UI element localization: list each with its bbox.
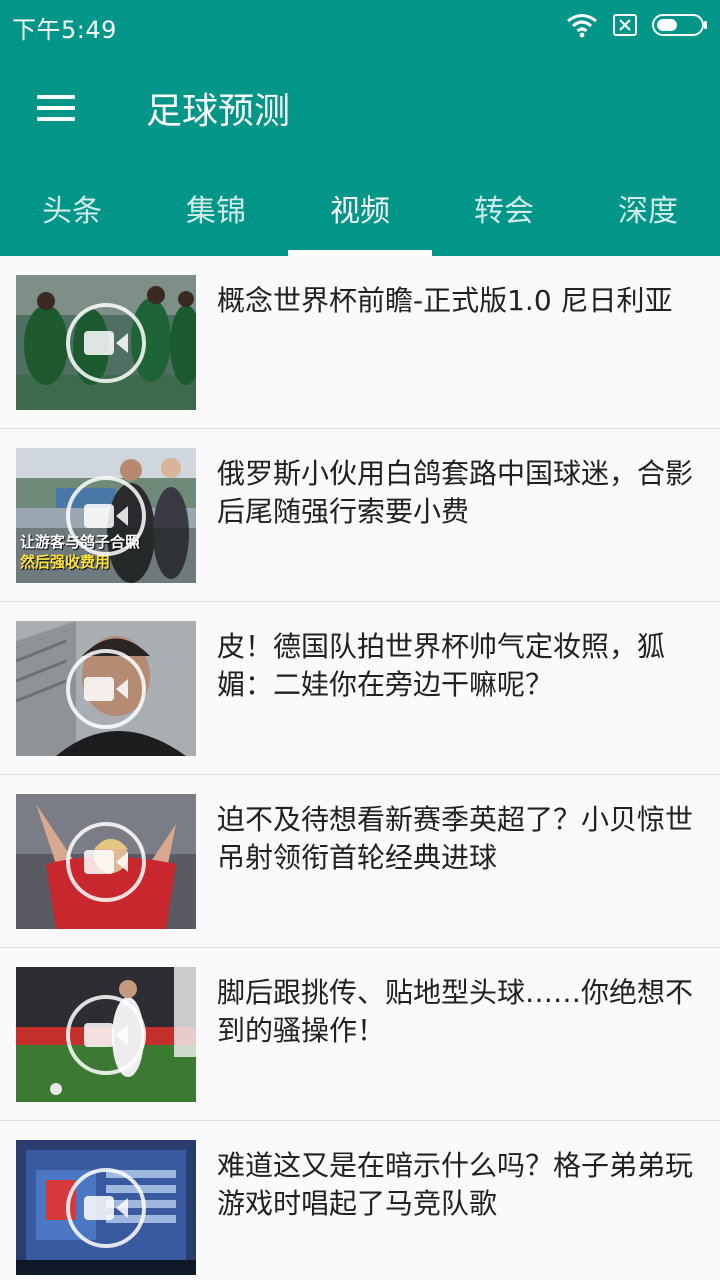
video-camera-icon (84, 677, 128, 701)
video-camera-icon (84, 1023, 128, 1047)
menu-button[interactable] (26, 78, 86, 138)
category-tabs: 头条 集锦 视频 转会 深度 (0, 160, 720, 256)
tab-headlines[interactable]: 头条 (0, 160, 144, 256)
tab-transfers[interactable]: 转会 (432, 160, 576, 256)
tab-highlights[interactable]: 集锦 (144, 160, 288, 256)
video-thumbnail (16, 275, 196, 410)
no-sim-icon (613, 14, 637, 36)
video-thumbnail: 让游客与鸽子合照 然后强收费用 (16, 448, 196, 583)
play-button[interactable] (66, 303, 146, 383)
video-title: 难道这又是在暗示什么吗？格子弟弟玩游戏时唱起了马竞队歌 (217, 1149, 694, 1220)
page-title: 足球预测 (146, 91, 291, 132)
play-button[interactable] (66, 995, 146, 1075)
video-list: 概念世界杯前瞻-正式版1.0 尼日利亚 让游客与鸽子合照 然后强收费用 俄罗斯小… (0, 256, 720, 1280)
app-bar: 下午5:49 足球预测 头条 集锦 视频 转会 深度 (0, 0, 720, 256)
tab-videos[interactable]: 视频 (288, 160, 432, 256)
video-title: 俄罗斯小伙用白鸽套路中国球迷，合影后尾随强行索要小费 (217, 457, 694, 528)
list-item[interactable]: 让游客与鸽子合照 然后强收费用 俄罗斯小伙用白鸽套路中国球迷，合影后尾随强行索要… (0, 429, 720, 602)
tab-in-depth[interactable]: 深度 (576, 160, 720, 256)
video-title: 迫不及待想看新赛季英超了？小贝惊世吊射领衔首轮经典进球 (217, 803, 694, 874)
toolbar: 足球预测 (0, 56, 720, 160)
video-thumbnail (16, 794, 196, 929)
play-button[interactable] (66, 822, 146, 902)
play-button[interactable] (66, 1168, 146, 1248)
video-title: 皮！德国队拍世界杯帅气定妆照，狐媚：二娃你在旁边干嘛呢？ (217, 630, 666, 701)
list-item[interactable]: 脚后跟挑传、贴地型头球……你绝想不到的骚操作！ (0, 948, 720, 1121)
video-camera-icon (84, 1196, 128, 1220)
list-item[interactable]: 皮！德国队拍世界杯帅气定妆照，狐媚：二娃你在旁边干嘛呢？ (0, 602, 720, 775)
video-thumbnail (16, 621, 196, 756)
list-item[interactable]: 概念世界杯前瞻-正式版1.0 尼日利亚 (0, 256, 720, 429)
thumbnail-caption-line-2: 然后强收费用 (20, 553, 111, 571)
video-thumbnail (16, 967, 196, 1102)
hamburger-icon (37, 95, 75, 121)
play-button[interactable] (66, 649, 146, 729)
video-camera-icon (84, 850, 128, 874)
status-icons (566, 10, 708, 40)
video-thumbnail (16, 1140, 196, 1275)
list-item[interactable]: 难道这又是在暗示什么吗？格子弟弟玩游戏时唱起了马竞队歌 (0, 1121, 720, 1280)
video-title: 概念世界杯前瞻-正式版1.0 尼日利亚 (217, 284, 673, 317)
wifi-icon (567, 14, 597, 38)
status-bar: 下午5:49 (0, 0, 720, 50)
play-button[interactable] (66, 476, 146, 556)
battery-icon (652, 14, 707, 36)
status-time: 下午5:49 (12, 16, 117, 44)
video-camera-icon (84, 504, 128, 528)
list-item[interactable]: 迫不及待想看新赛季英超了？小贝惊世吊射领衔首轮经典进球 (0, 775, 720, 948)
video-title: 脚后跟挑传、贴地型头球……你绝想不到的骚操作！ (217, 976, 694, 1047)
video-camera-icon (84, 331, 128, 355)
